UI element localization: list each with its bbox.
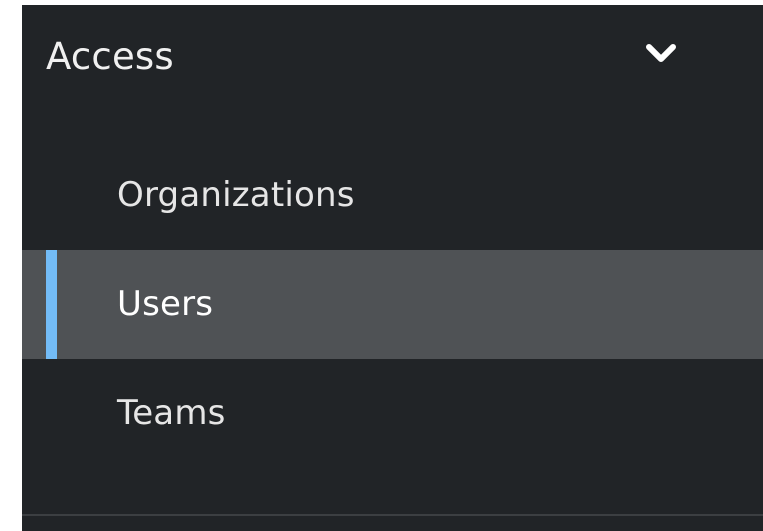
sidebar-item-teams[interactable]: Teams <box>22 359 763 468</box>
sidebar-nav: Access Organizations Users Teams <box>22 5 763 531</box>
sidebar-item-organizations[interactable]: Organizations <box>22 141 763 250</box>
sidebar-item-users[interactable]: Users <box>22 250 763 359</box>
sidebar-item-label: Users <box>117 284 214 324</box>
sidebar-item-label: Teams <box>117 393 226 433</box>
chevron-down-icon[interactable] <box>644 41 678 67</box>
nav-section-toggle-access[interactable]: Access <box>22 5 763 107</box>
section-divider <box>22 514 763 516</box>
nav-section-title: Access <box>46 35 174 78</box>
sidebar-item-label: Organizations <box>117 175 355 215</box>
nav-section-items: Organizations Users Teams <box>22 141 763 468</box>
